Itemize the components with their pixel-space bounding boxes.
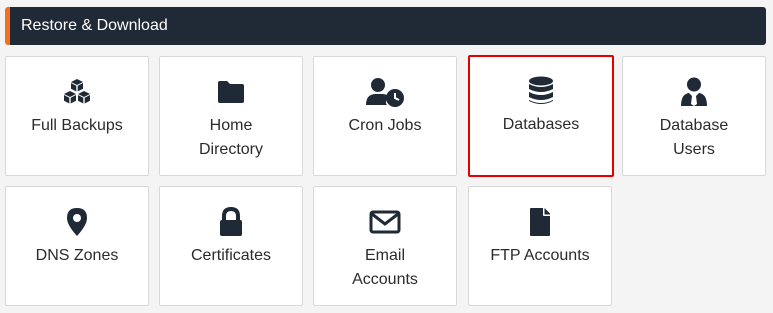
- tile-label: Full Backups: [31, 117, 123, 134]
- tile-database-users[interactable]: Database Users: [622, 56, 766, 176]
- tile-label: Email Accounts: [352, 247, 418, 288]
- section-title: Restore & Download: [21, 17, 168, 34]
- tile-dns-zones[interactable]: DNS Zones: [5, 186, 149, 306]
- tile-certificates[interactable]: Certificates: [159, 186, 303, 306]
- envelope-icon: [314, 206, 456, 238]
- user-tie-icon: [623, 76, 765, 108]
- folder-icon: [160, 76, 302, 108]
- tile-ftp-accounts[interactable]: FTP Accounts: [468, 186, 612, 306]
- tile-label: FTP Accounts: [490, 247, 590, 264]
- lock-icon: [160, 206, 302, 238]
- tile-databases[interactable]: Databases: [468, 55, 614, 177]
- map-marker-icon: [6, 206, 148, 238]
- database-icon: [470, 75, 612, 107]
- tile-full-backups[interactable]: Full Backups: [5, 56, 149, 176]
- section-header: Restore & Download: [5, 7, 766, 45]
- tile-label: Home Directory: [198, 117, 263, 158]
- user-clock-icon: [314, 76, 456, 108]
- tile-label: Cron Jobs: [348, 117, 422, 134]
- tile-label: Database Users: [659, 117, 729, 158]
- file-icon: [469, 206, 611, 238]
- cubes-icon: [6, 76, 148, 108]
- tile-email-accounts[interactable]: Email Accounts: [313, 186, 457, 306]
- tile-label: Certificates: [190, 247, 272, 264]
- tile-home-directory[interactable]: Home Directory: [159, 56, 303, 176]
- tile-cron-jobs[interactable]: Cron Jobs: [313, 56, 457, 176]
- tile-label: DNS Zones: [35, 247, 119, 264]
- tile-label: Databases: [502, 116, 580, 133]
